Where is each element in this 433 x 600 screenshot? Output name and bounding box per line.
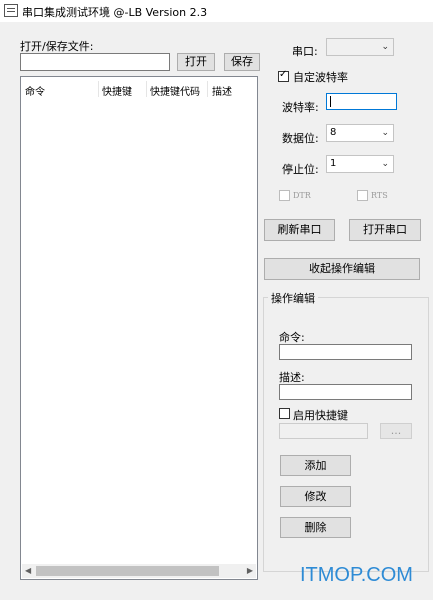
app-icon	[4, 4, 18, 17]
custom-baud-label: 自定波特率	[293, 71, 348, 84]
open-port-button[interactable]: 打开串口	[349, 219, 421, 241]
operation-editor-title: 操作编辑	[268, 290, 318, 306]
command-label: 命令:	[279, 331, 305, 344]
port-select[interactable]: ⌄	[326, 38, 394, 56]
description-input[interactable]	[279, 384, 412, 400]
command-input[interactable]	[279, 344, 412, 360]
stopbits-select[interactable]: 1 ⌄	[326, 155, 394, 173]
hotkey-input[interactable]	[279, 423, 368, 439]
enable-hotkey-label: 启用快捷键	[293, 409, 348, 422]
databits-label: 数据位:	[282, 132, 319, 145]
dtr-checkbox[interactable]	[279, 190, 290, 201]
rts-checkbox[interactable]	[357, 190, 368, 201]
baud-label: 波特率:	[282, 101, 319, 114]
databits-value: 8	[330, 127, 337, 138]
databits-select[interactable]: 8 ⌄	[326, 124, 394, 142]
enable-hotkey-checkbox[interactable]	[279, 408, 290, 419]
hotkey-browse-button[interactable]: ...	[380, 423, 412, 439]
column-divider	[98, 81, 99, 97]
port-label: 串口:	[292, 45, 318, 58]
scroll-right-icon[interactable]: ▶	[247, 564, 253, 578]
chevron-down-icon: ⌄	[381, 128, 389, 138]
rts-label: RTS	[371, 191, 388, 200]
refresh-port-button[interactable]: 刷新串口	[264, 219, 335, 241]
column-header-command[interactable]: 命令	[25, 83, 45, 98]
stopbits-label: 停止位:	[282, 163, 319, 176]
stopbits-value: 1	[330, 158, 337, 169]
file-path-input[interactable]	[20, 53, 170, 71]
scroll-left-icon[interactable]: ◀	[25, 564, 31, 578]
text-caret	[330, 96, 331, 107]
save-file-button[interactable]: 保存	[224, 53, 260, 71]
dtr-label: DTR	[293, 191, 311, 200]
checkmark-icon: ✓	[279, 69, 288, 80]
open-file-button[interactable]: 打开	[177, 53, 215, 71]
modify-button[interactable]: 修改	[280, 486, 351, 507]
file-label: 打开/保存文件:	[20, 40, 94, 53]
column-header-description[interactable]: 描述	[212, 83, 232, 98]
description-label: 描述:	[279, 371, 305, 384]
command-list[interactable]: 命令 快捷键 快捷键代码 描述 ◀ ▶	[20, 76, 258, 580]
custom-baud-checkbox[interactable]: ✓	[278, 69, 289, 82]
watermark-logo: ITMOP.COM	[300, 564, 413, 586]
column-divider	[207, 81, 208, 97]
baud-input[interactable]	[326, 93, 397, 110]
column-header-hotkey[interactable]: 快捷键	[102, 83, 132, 98]
window-title: 串口集成测试环境 @-LB Version 2.3	[22, 6, 208, 19]
column-divider	[146, 81, 147, 97]
add-button[interactable]: 添加	[280, 455, 351, 476]
delete-button[interactable]: 删除	[280, 517, 351, 538]
chevron-down-icon: ⌄	[381, 159, 389, 169]
scrollbar-thumb[interactable]	[36, 566, 219, 576]
chevron-down-icon: ⌄	[381, 42, 389, 52]
column-header-hotkey-code[interactable]: 快捷键代码	[150, 83, 200, 98]
collapse-editor-button[interactable]: 收起操作编辑	[264, 258, 420, 280]
horizontal-scrollbar[interactable]: ◀ ▶	[22, 564, 256, 578]
